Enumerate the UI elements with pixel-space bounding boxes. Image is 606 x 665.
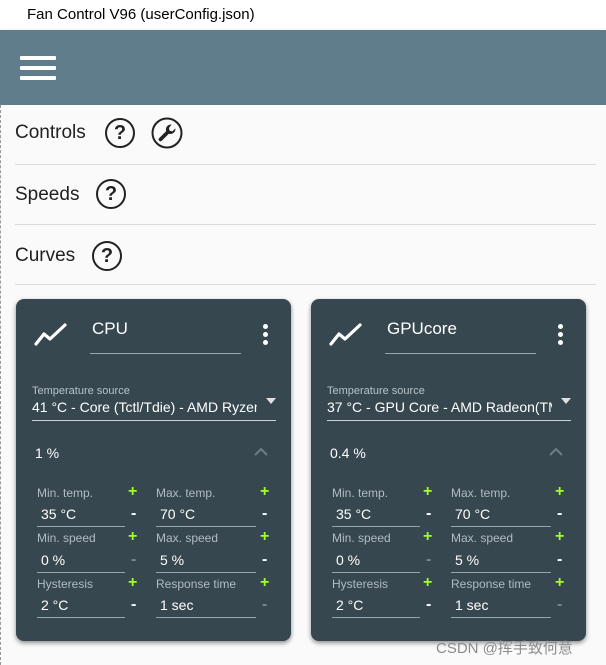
max-speed-minus-button[interactable]: - [557,551,562,569]
response-time-value[interactable]: 1 sec [455,597,488,613]
min-temp-plus-button[interactable]: + [128,483,137,501]
hamburger-menu-icon[interactable] [20,54,56,82]
max-speed-value[interactable]: 5 % [455,552,479,568]
response-time-label: Response time [156,577,237,591]
curves-help-icon[interactable]: ? [92,241,122,271]
temperature-source-underline [327,420,571,421]
response-time-plus-button[interactable]: + [260,574,269,592]
max-temp-value[interactable]: 70 °C [455,506,490,522]
min-speed-plus-button[interactable]: + [128,528,137,546]
hysteresis-minus-button[interactable]: - [426,596,431,614]
min-temp-value[interactable]: 35 °C [41,506,76,522]
max-temp-label: Max. temp. [156,486,216,500]
curve-graph-icon [34,323,67,346]
response-time-plus-button[interactable]: + [555,574,564,592]
temperature-source-select[interactable]: 41 °C - Core (Tctl/Tdie) - AMD Ryzen [32,399,257,415]
response-time-value[interactable]: 1 sec [160,597,193,613]
hysteresis-value[interactable]: 2 °C [336,597,363,613]
current-speed-value: 0.4 % [330,445,366,461]
section-speeds: Speeds ? [15,165,596,225]
more-options-icon[interactable] [556,324,564,346]
speeds-help-icon[interactable]: ? [96,179,126,209]
min-speed-plus-button[interactable]: + [423,528,432,546]
curve-graph-icon [329,323,362,346]
window-titlebar: Fan Control V96 (userConfig.json) [0,0,606,30]
min-speed-value[interactable]: 0 % [336,552,360,568]
response-time-label: Response time [451,577,532,591]
chevron-up-icon[interactable] [549,447,563,456]
curve-name[interactable]: GPUcore [387,319,457,339]
max-temp-plus-button[interactable]: + [555,483,564,501]
max-temp-value[interactable]: 70 °C [160,506,195,522]
min-temp-minus-button[interactable]: - [426,505,431,523]
hysteresis-label: Hysteresis [332,577,389,591]
current-speed-value: 1 % [35,445,60,461]
app-bar [0,30,606,105]
min-speed-label: Min. speed [332,531,391,545]
max-temp-plus-button[interactable]: + [260,483,269,501]
hysteresis-minus-button[interactable]: - [131,596,136,614]
max-speed-plus-button[interactable]: + [555,528,564,546]
section-title-curves: Curves [15,245,76,266]
section-controls: Controls ? [15,105,596,165]
max-speed-plus-button[interactable]: + [260,528,269,546]
curve-name-underline [90,353,241,354]
min-speed-value[interactable]: 0 % [41,552,65,568]
max-temp-minus-button[interactable]: - [557,505,562,523]
max-speed-label: Max. speed [156,531,219,545]
temperature-source-underline [32,420,276,421]
min-speed-label: Min. speed [37,531,96,545]
min-speed-minus-button[interactable]: - [426,551,431,569]
more-options-icon[interactable] [261,324,269,346]
min-temp-minus-button[interactable]: - [131,505,136,523]
min-temp-label: Min. temp. [37,486,94,500]
hysteresis-label: Hysteresis [37,577,94,591]
chevron-up-icon[interactable] [254,447,268,456]
section-curves: Curves ? [15,225,596,285]
min-temp-label: Min. temp. [332,486,389,500]
dropdown-arrow-icon[interactable] [266,398,276,404]
watermark-text: CSDN @挥手致何意 [436,640,573,657]
wrench-icon[interactable] [151,117,183,149]
min-temp-value[interactable]: 35 °C [336,506,371,522]
temperature-source-label: Temperature source [32,385,130,397]
curve-name[interactable]: CPU [92,319,128,339]
hysteresis-plus-button[interactable]: + [423,574,432,592]
temperature-source-select[interactable]: 37 °C - GPU Core - AMD Radeon(TM) [327,399,552,415]
curve-card-gpucore: GPUcore Temperature source 37 °C - GPU C… [311,299,586,641]
curve-name-underline [385,353,536,354]
min-speed-minus-button[interactable]: - [131,551,136,569]
hysteresis-value[interactable]: 2 °C [41,597,68,613]
max-speed-label: Max. speed [451,531,514,545]
response-time-minus-button[interactable]: - [262,596,267,614]
section-title-speeds: Speeds [15,184,80,205]
hysteresis-plus-button[interactable]: + [128,574,137,592]
max-speed-minus-button[interactable]: - [262,551,267,569]
window-title: Fan Control V96 (userConfig.json) [27,6,255,23]
response-time-minus-button[interactable]: - [557,596,562,614]
max-temp-minus-button[interactable]: - [262,505,267,523]
curve-card-cpu: CPU Temperature source 41 °C - Core (Tct… [16,299,291,641]
dropdown-arrow-icon[interactable] [561,398,571,404]
max-speed-value[interactable]: 5 % [160,552,184,568]
controls-help-icon[interactable]: ? [105,118,135,148]
temperature-source-label: Temperature source [327,385,425,397]
max-temp-label: Max. temp. [451,486,511,500]
min-temp-plus-button[interactable]: + [423,483,432,501]
section-title-controls: Controls [15,122,86,143]
